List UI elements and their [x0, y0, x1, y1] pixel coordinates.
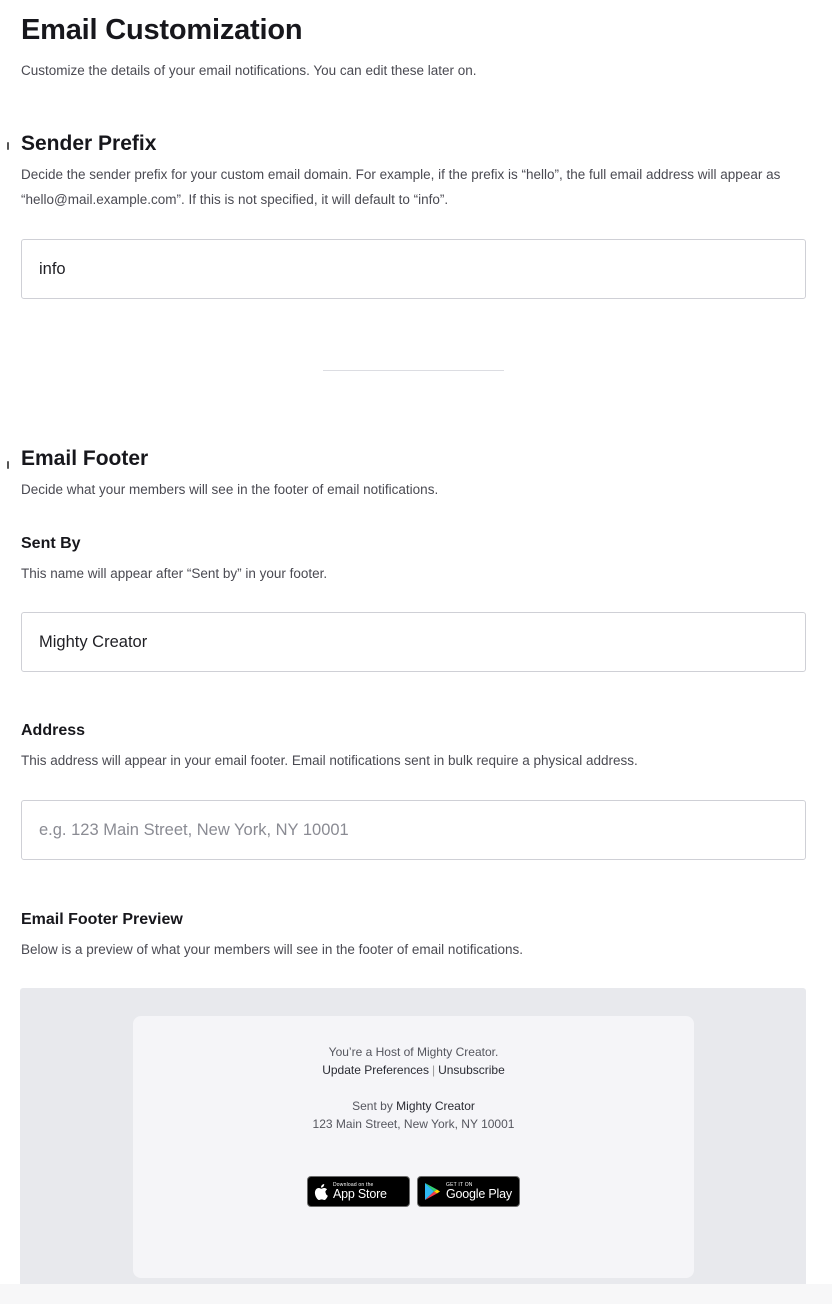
bottom-fade [0, 1284, 832, 1304]
email-footer-description: Decide what your members will see in the… [21, 482, 439, 497]
address-description: This address will appear in your email f… [21, 753, 638, 768]
google-play-big-text: Google Play [446, 1187, 512, 1201]
sender-prefix-input[interactable] [39, 240, 805, 298]
update-preferences-link[interactable]: Update Preferences [322, 1063, 429, 1077]
section-divider [323, 370, 504, 371]
sender-prefix-description: Decide the sender prefix for your custom… [21, 167, 781, 207]
section-marker [7, 142, 9, 150]
sent-by-input[interactable] [39, 613, 805, 671]
link-separator: | [431, 1063, 436, 1077]
preferences-line: Update Preferences | Unsubscribe [133, 1061, 694, 1079]
address-label: Address [21, 722, 86, 739]
section-marker [7, 461, 9, 469]
footer-preview-title: Email Footer Preview [21, 911, 183, 928]
page-title: Email Customization [21, 14, 303, 46]
host-line: You’re a Host of Mighty Creator. [328, 1045, 499, 1059]
app-store-badge[interactable]: Download on the App Store [307, 1176, 410, 1207]
address-line: 123 Main Street, New York, NY 10001 [312, 1117, 515, 1131]
email-customization-page: Email Customization Customize the detail… [0, 0, 832, 1304]
sent-by-prefix: Sent by [352, 1099, 393, 1113]
sent-by-label: Sent By [21, 535, 81, 552]
sent-by-name: Mighty Creator [396, 1099, 475, 1113]
email-footer-title: Email Footer [21, 447, 149, 470]
sender-prefix-title: Sender Prefix [21, 132, 157, 155]
sender-prefix-field[interactable] [21, 239, 806, 299]
sent-by-field[interactable] [21, 612, 806, 672]
footer-preview-area: You’re a Host of Mighty Creator. Update … [20, 988, 806, 1284]
google-play-icon [425, 1183, 440, 1200]
address-field[interactable] [21, 800, 806, 860]
sent-by-line: Sent by Mighty Creator [133, 1097, 694, 1115]
unsubscribe-link[interactable]: Unsubscribe [438, 1063, 505, 1077]
address-input[interactable] [39, 801, 805, 859]
apple-icon [314, 1183, 328, 1200]
page-subtitle: Customize the details of your email noti… [21, 63, 477, 78]
sent-by-description: This name will appear after “Sent by” in… [21, 566, 328, 581]
footer-preview-card: You’re a Host of Mighty Creator. Update … [133, 1016, 694, 1278]
google-play-badge[interactable]: GET IT ON Google Play [417, 1176, 520, 1207]
app-store-big-text: App Store [333, 1187, 387, 1201]
footer-preview-description: Below is a preview of what your members … [21, 942, 523, 957]
